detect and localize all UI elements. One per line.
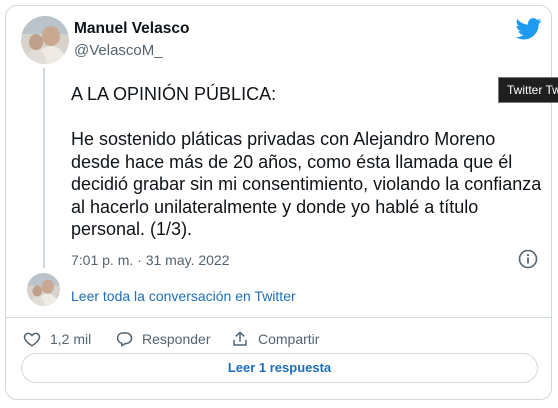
twitter-bird-icon[interactable] bbox=[515, 18, 542, 40]
info-icon[interactable] bbox=[518, 249, 538, 269]
reply-label: Responder bbox=[142, 331, 211, 347]
reply-icon bbox=[116, 332, 133, 347]
author-handle[interactable]: @VelascoM_ bbox=[74, 42, 163, 59]
tweet-body: He sostenido pláticas privadas con Aleja… bbox=[71, 129, 542, 239]
author-avatar[interactable] bbox=[21, 16, 69, 64]
divider bbox=[6, 317, 551, 318]
thread-avatar[interactable] bbox=[27, 273, 60, 306]
thread-line bbox=[43, 68, 45, 268]
tweet-timestamp[interactable]: 7:01 p. m. · 31 may. 2022 bbox=[71, 252, 230, 268]
share-button[interactable]: Compartir bbox=[231, 328, 319, 350]
tweet-card: Manuel Velasco @VelascoM_ A LA OPINIÓN P… bbox=[5, 5, 552, 400]
read-replies-button[interactable]: Leer 1 respuesta bbox=[21, 353, 538, 383]
tooltip: Twitter Tw bbox=[498, 77, 558, 103]
tweet-heading: A LA OPINIÓN PÚBLICA: bbox=[71, 84, 277, 104]
like-count: 1,2 mil bbox=[50, 331, 92, 347]
author-name[interactable]: Manuel Velasco bbox=[74, 20, 189, 38]
reply-button[interactable]: Responder bbox=[115, 328, 211, 350]
share-icon bbox=[233, 331, 247, 346]
like-button[interactable]: 1,2 mil bbox=[23, 328, 91, 350]
read-conversation-link[interactable]: Leer toda la conversación en Twitter bbox=[71, 288, 296, 304]
heart-icon bbox=[23, 332, 41, 347]
share-label: Compartir bbox=[258, 331, 320, 347]
